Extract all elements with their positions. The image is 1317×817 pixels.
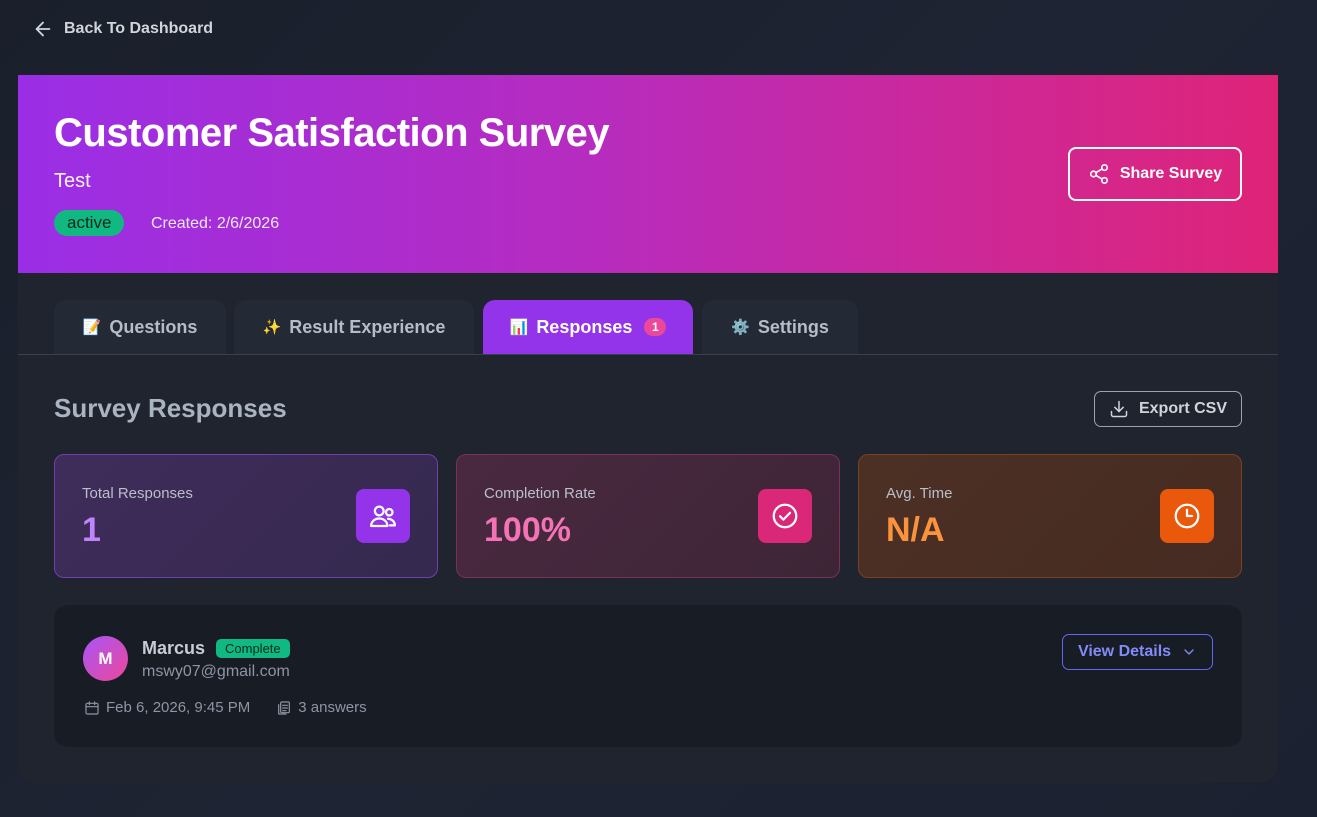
- survey-subtitle: Test: [54, 170, 91, 192]
- avatar: M: [83, 636, 128, 681]
- survey-header: Customer Satisfaction Survey Test active…: [18, 75, 1278, 273]
- tab-bar: 📝 Questions ✨ Result Experience 📊 Respon…: [18, 300, 1278, 355]
- tab-settings[interactable]: ⚙️ Settings: [702, 300, 858, 354]
- tab-label: Settings: [757, 316, 829, 337]
- tab-result-experience[interactable]: ✨ Result Experience: [234, 300, 474, 354]
- sparkles-icon: ✨: [262, 319, 282, 336]
- stat-icon-box: [356, 489, 410, 543]
- gear-icon: ⚙️: [731, 319, 750, 336]
- stat-card-avg-time: Avg. Time N/A: [858, 454, 1242, 578]
- response-status-badge: Complete: [216, 639, 290, 658]
- arrow-left-icon: [35, 21, 51, 37]
- tab-questions[interactable]: 📝 Questions: [54, 300, 226, 354]
- respondent-name: Marcus: [142, 638, 206, 658]
- export-csv-button[interactable]: Export CSV: [1094, 391, 1242, 427]
- created-date: Created: 2/6/2026: [151, 215, 280, 232]
- section-title: Survey Responses: [54, 393, 287, 423]
- stat-label: Completion Rate: [484, 485, 596, 502]
- document-icon: [278, 700, 291, 715]
- survey-title: Customer Satisfaction Survey: [54, 111, 610, 155]
- chevron-down-icon: [1184, 649, 1194, 655]
- response-date: Feb 6, 2026, 9:45 PM: [106, 699, 251, 716]
- export-csv-label: Export CSV: [1138, 400, 1227, 417]
- survey-card: Customer Satisfaction Survey Test active…: [18, 75, 1278, 783]
- stat-label: Avg. Time: [886, 485, 953, 502]
- stat-card-total-responses: Total Responses 1: [54, 454, 438, 578]
- view-details-label: View Details: [1077, 643, 1172, 660]
- response-meta: Feb 6, 2026, 9:45 PM 3 answers: [84, 699, 367, 716]
- calendar-icon: [85, 700, 99, 715]
- download-icon: [1110, 400, 1128, 418]
- share-survey-label: Share Survey: [1119, 165, 1223, 182]
- respondent-email: mswy07@gmail.com: [142, 663, 290, 680]
- responses-count-badge: 1: [644, 318, 667, 336]
- tab-responses[interactable]: 📊 Responses 1: [483, 300, 693, 354]
- memo-icon: 📝: [82, 319, 102, 336]
- back-to-dashboard-link[interactable]: Back To Dashboard: [32, 18, 213, 40]
- users-icon: [370, 505, 396, 528]
- tab-label: Questions: [109, 316, 198, 337]
- answers-count: 3 answers: [298, 699, 367, 716]
- back-link-label: Back To Dashboard: [64, 20, 214, 37]
- response-list-item: M Marcus Complete mswy07@gmail.com Feb 6…: [54, 605, 1242, 747]
- stat-value: 100%: [484, 511, 571, 549]
- tab-label: Result Experience: [289, 316, 446, 337]
- stat-icon-box: [1160, 489, 1214, 543]
- share-survey-button[interactable]: Share Survey: [1068, 147, 1242, 201]
- stat-card-completion-rate: Completion Rate 100%: [456, 454, 840, 578]
- tab-label: Responses: [536, 316, 633, 337]
- check-circle-icon: [772, 503, 798, 529]
- stat-icon-box: [758, 489, 812, 543]
- clock-icon: [1174, 503, 1200, 529]
- stat-value: N/A: [886, 511, 945, 549]
- stat-label: Total Responses: [82, 485, 193, 502]
- bar-chart-icon: 📊: [509, 319, 529, 336]
- share-icon: [1089, 164, 1108, 184]
- status-badge: active: [54, 210, 125, 236]
- stat-value: 1: [82, 511, 101, 549]
- view-details-button[interactable]: View Details: [1062, 634, 1213, 670]
